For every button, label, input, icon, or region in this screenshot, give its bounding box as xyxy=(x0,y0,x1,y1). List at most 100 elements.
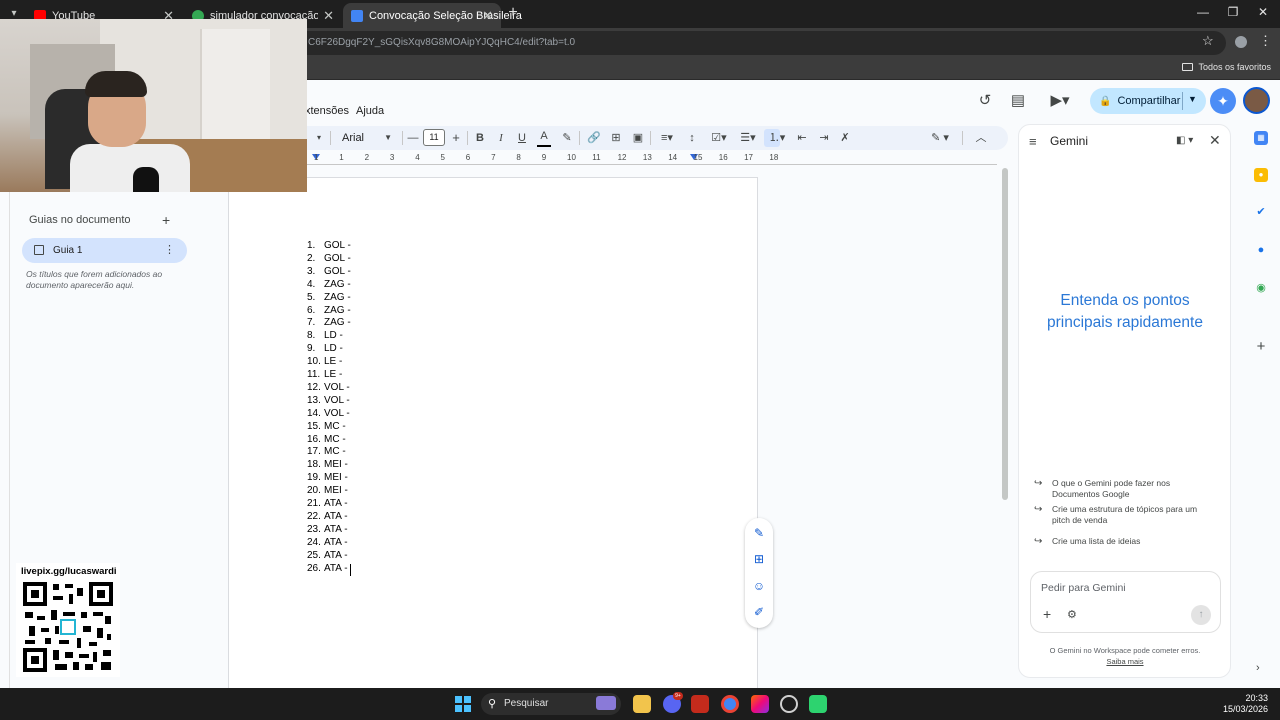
suggest-edits-icon[interactable]: ✐ xyxy=(751,604,767,620)
keep-icon[interactable]: ● xyxy=(1254,168,1268,182)
font-size-input[interactable]: 11 xyxy=(423,129,445,146)
insert-image-icon[interactable]: ▣ xyxy=(630,129,646,147)
highlight-pen-icon[interactable]: ✎ xyxy=(560,129,574,147)
clock-app-icon[interactable] xyxy=(780,695,798,713)
list-item[interactable]: 3. GOL - xyxy=(307,266,427,279)
decrease-indent-icon[interactable]: ⇤ xyxy=(794,129,810,147)
list-item[interactable]: 7. ZAG - xyxy=(307,317,427,330)
browser-profile-icon[interactable] xyxy=(1233,34,1249,50)
numbered-list-icon[interactable]: ⒈▾ xyxy=(764,129,790,147)
decrease-font-size-button[interactable]: — xyxy=(407,129,419,147)
list-item[interactable]: 14. VOL - xyxy=(307,408,427,421)
send-arrow-icon[interactable]: ↑ xyxy=(1191,605,1211,625)
maximize-button[interactable]: ❐ xyxy=(1218,5,1248,19)
list-item[interactable]: 17. MC - xyxy=(307,446,427,459)
list-item[interactable]: 4. ZAG - xyxy=(307,279,427,292)
add-attachment-icon[interactable]: + xyxy=(1043,606,1051,622)
menu-help[interactable]: Ajuda xyxy=(356,105,384,117)
panel-layout-icon[interactable]: ◧ ▾ xyxy=(1176,135,1193,146)
meet-video-icon[interactable]: ▶▾ xyxy=(1046,91,1074,111)
list-item[interactable]: 5. ZAG - xyxy=(307,292,427,305)
file-explorer-icon[interactable] xyxy=(633,695,651,713)
add-tab-button[interactable]: + xyxy=(162,212,170,228)
font-family-select[interactable]: Arial ▼ xyxy=(336,129,396,147)
news-app-icon[interactable] xyxy=(691,695,709,713)
gemini-prompt-box[interactable] xyxy=(1030,571,1221,633)
maps-icon[interactable]: ◉ xyxy=(1254,281,1268,295)
chrome-icon[interactable] xyxy=(721,695,739,713)
list-item[interactable]: 25. ATA - xyxy=(307,550,427,563)
list-item[interactable]: 1. GOL - xyxy=(307,240,427,253)
list-item[interactable]: 9. LD - xyxy=(307,343,427,356)
clear-formatting-icon[interactable]: ✗ xyxy=(837,129,853,147)
list-item[interactable]: 22. ATA - xyxy=(307,511,427,524)
tab-close-icon[interactable]: ✕ xyxy=(482,8,493,24)
list-item[interactable]: 13. VOL - xyxy=(307,395,427,408)
increase-font-size-button[interactable]: + xyxy=(449,129,463,147)
browser-tab-docs[interactable]: Convocação Seleção Brasileira ✕ xyxy=(343,3,522,28)
close-window-button[interactable]: ✕ xyxy=(1248,5,1278,19)
tasks-icon[interactable]: ✔ xyxy=(1254,205,1268,219)
share-button[interactable]: 🔒 Compartilhar ▼ xyxy=(1090,88,1206,114)
url-text[interactable]: C6F26DgqF2Y_sGQisXqv8G8MOAipYJQqHC4/edit… xyxy=(308,37,575,48)
windows-start-icon[interactable] xyxy=(455,696,471,712)
gemini-menu-icon[interactable]: ≡ xyxy=(1029,134,1037,149)
checklist-icon[interactable]: ☑▾ xyxy=(707,129,731,147)
list-item[interactable]: 11. LE - xyxy=(307,369,427,382)
help-me-write-icon[interactable]: ✎ xyxy=(751,525,767,541)
list-item[interactable]: 12. VOL - xyxy=(307,382,427,395)
address-bar[interactable]: C6F26DgqF2Y_sGQisXqv8G8MOAipYJQqHC4/edit… xyxy=(290,31,1226,55)
list-item[interactable]: 21. ATA - xyxy=(307,498,427,511)
list-item[interactable]: 18. MEI - xyxy=(307,459,427,472)
add-comment-icon[interactable]: ⊞ xyxy=(608,129,624,147)
list-item[interactable]: 23. ATA - xyxy=(307,524,427,537)
tab-options-icon[interactable]: ⋮ xyxy=(164,243,175,256)
new-tab-button[interactable]: + xyxy=(503,4,523,22)
gemini-input-placeholder[interactable]: Pedir para Gemini xyxy=(1041,582,1126,594)
collapse-menus-icon[interactable]: ︿ xyxy=(973,129,989,147)
tune-settings-icon[interactable]: ⚙ xyxy=(1067,608,1077,621)
menu-extensions[interactable]: xtensões xyxy=(305,105,349,117)
chevron-right-icon[interactable]: › xyxy=(1256,662,1260,674)
text-color-button[interactable]: A xyxy=(537,129,551,147)
tab-close-icon[interactable]: ✕ xyxy=(323,8,334,24)
document-scrollbar[interactable] xyxy=(1002,168,1008,500)
align-left-icon[interactable]: ≡▾ xyxy=(656,129,678,147)
comments-icon[interactable]: ▤ xyxy=(1008,91,1028,111)
learn-more-link[interactable]: Saiba mais xyxy=(1106,657,1143,666)
list-item[interactable]: 26. ATA - xyxy=(307,563,427,576)
system-clock[interactable]: 20:33 15/03/2026 xyxy=(1220,693,1268,715)
version-history-icon[interactable]: ↺ xyxy=(975,91,995,111)
game-app-icon[interactable] xyxy=(809,695,827,713)
photo-app-icon[interactable] xyxy=(751,695,769,713)
italic-button[interactable]: I xyxy=(494,129,508,147)
line-spacing-icon[interactable]: ↕ xyxy=(684,129,700,147)
list-item[interactable]: 24. ATA - xyxy=(307,537,427,550)
all-bookmarks-button[interactable]: Todos os favoritos xyxy=(1182,62,1271,72)
insert-link-icon[interactable]: 🔗 xyxy=(586,129,602,147)
document-tab-guia-1[interactable] xyxy=(22,238,187,263)
list-item[interactable]: 20. MEI - xyxy=(307,485,427,498)
list-item[interactable]: 10. LE - xyxy=(307,356,427,369)
close-icon[interactable]: ✕ xyxy=(1209,132,1221,149)
list-item[interactable]: 2. GOL - xyxy=(307,253,427,266)
add-comment-icon[interactable]: ⊞ xyxy=(751,551,767,567)
minimize-button[interactable]: — xyxy=(1188,5,1218,19)
bookmark-star-icon[interactable]: ☆ xyxy=(1202,33,1214,49)
browser-menu-icon[interactable]: ⋮ xyxy=(1259,33,1272,49)
get-addons-icon[interactable]: + xyxy=(1254,339,1268,354)
zoom-chevron-icon[interactable]: ▾ xyxy=(314,129,324,147)
emoji-reaction-icon[interactable]: ☺ xyxy=(751,578,767,594)
increase-indent-icon[interactable]: ⇥ xyxy=(816,129,832,147)
contacts-icon[interactable]: ● xyxy=(1254,243,1268,257)
chevron-down-icon[interactable]: ▼ xyxy=(1188,94,1197,104)
editing-mode-icon[interactable]: ✎ ▾ xyxy=(925,129,955,147)
calendar-icon[interactable]: ▦ xyxy=(1254,131,1268,145)
gemini-sparkle-icon[interactable]: ✦ xyxy=(1210,88,1236,114)
bulleted-list-icon[interactable]: ☰▾ xyxy=(736,129,760,147)
list-item[interactable]: 19. MEI - xyxy=(307,472,427,485)
list-item[interactable]: 15. MC - xyxy=(307,421,427,434)
underline-button[interactable]: U xyxy=(515,129,529,147)
avatar[interactable] xyxy=(1243,87,1270,114)
list-item[interactable]: 8. LD - xyxy=(307,330,427,343)
